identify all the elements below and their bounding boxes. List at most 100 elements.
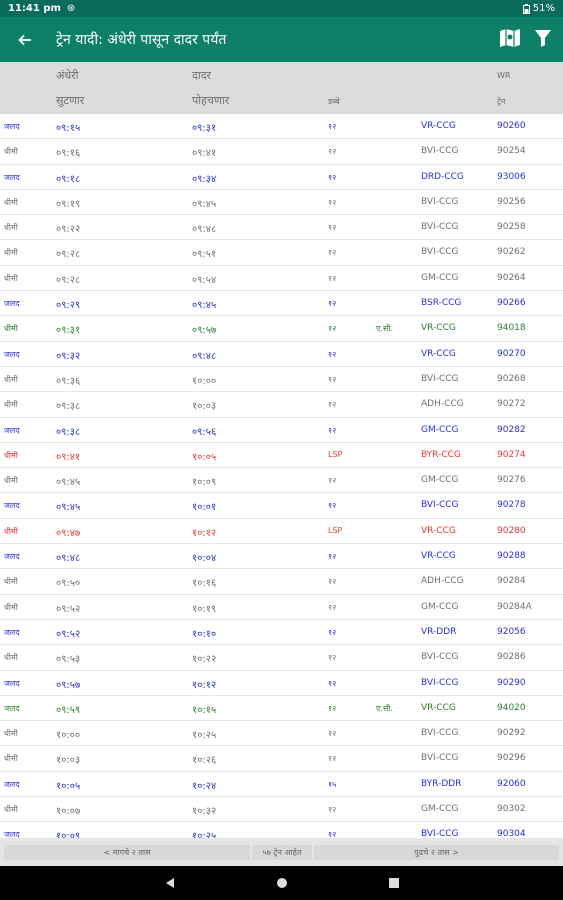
departure-time: ०९:४५ xyxy=(56,477,81,489)
table-row[interactable]: धीमी १०:०३ १०:२६ १२ BVI-CCG 90296 xyxy=(0,746,563,772)
train-type: धीमी xyxy=(4,577,18,587)
map-icon[interactable] xyxy=(499,28,521,52)
table-row[interactable]: जलद ०९:३८ ०९:५६ १२ GM-CCG 90282 xyxy=(0,418,563,443)
route-code: BVI-CCG xyxy=(421,728,459,739)
train-number: 90266 xyxy=(497,298,526,309)
table-row[interactable]: जलद ०९:१८ ०९:३४ १२ DRD-CCG 93006 xyxy=(0,165,563,190)
train-type: जलद xyxy=(4,172,20,182)
route-code: BVI-CCG xyxy=(421,677,459,688)
table-row[interactable]: धीमी ०९:३६ १०:०० १२ BVI-CCG 90268 xyxy=(0,367,563,393)
table-row[interactable]: जलद १०:०५ १०:२४ १५ BYR-DDR 92060 xyxy=(0,772,563,798)
table-row[interactable]: जलद ०९:४८ १०:०४ १२ VR-CCG 90288 xyxy=(0,544,563,570)
train-type: जलद xyxy=(4,703,20,713)
arrival-time: १०:१५ xyxy=(192,704,217,716)
train-type: धीमी xyxy=(4,754,18,764)
route-code: VR-CCG xyxy=(421,551,456,562)
train-number: 93006 xyxy=(497,171,526,182)
table-row[interactable]: जलद ०९:५२ १०:१० १२ VR-DDR 92056 xyxy=(0,620,563,646)
table-row[interactable]: धीमी ०९:२२ ०९:४८ १२ BVI-CCG 90258 xyxy=(0,215,563,241)
arrival-time: ०९:४१ xyxy=(192,148,217,160)
car-count: १२ xyxy=(328,425,337,435)
arrival-time: ०९:५७ xyxy=(192,325,217,337)
train-type: जलद xyxy=(4,299,20,309)
car-count: १२ xyxy=(328,400,337,410)
table-row[interactable]: धीमी ०९:१६ ०९:४१ १२ BVI-CCG 90254 xyxy=(0,139,563,165)
departure-time: ०९:३१ xyxy=(56,325,81,337)
status-bar: 11:41 pm ⊛ 51% xyxy=(0,0,563,17)
table-row[interactable]: धीमी ०९:४१ १०:०५ LSP BYR-CCG 90274 xyxy=(0,443,563,469)
table-row[interactable]: जलद ०९:३२ ०९:४८ १२ VR-CCG 90270 xyxy=(0,342,563,367)
car-count: १२ xyxy=(328,197,337,207)
train-type: जलद xyxy=(4,552,20,562)
train-type: धीमी xyxy=(4,450,18,460)
train-type: जलद xyxy=(4,349,20,359)
filter-icon[interactable] xyxy=(535,29,551,51)
train-number: 92056 xyxy=(497,626,526,637)
table-row[interactable]: जलद ०९:५९ १०:१५ १२ ए.सी. VR-CCG 94020 xyxy=(0,696,563,722)
arrives-label: पोहचणार xyxy=(192,94,230,107)
train-type: जलद xyxy=(4,501,20,511)
route-code: VR-CCG xyxy=(421,121,456,131)
route-code: BYR-CCG xyxy=(421,449,461,460)
train-type: धीमी xyxy=(4,602,18,612)
table-row[interactable]: जलद ०९:१५ ०९:३१ १२ VR-CCG 90260 xyxy=(0,114,563,140)
status-time: 11:41 pm xyxy=(8,3,61,14)
route-code: VR-CCG xyxy=(421,702,456,713)
footer-bar: < मागचे २ तास ५७ ट्रेन आहेत पुढचे २ तास … xyxy=(0,838,563,866)
route-code: DRD-CCG xyxy=(421,171,464,182)
car-count: १२ xyxy=(328,678,337,688)
train-number: 90256 xyxy=(497,196,526,207)
app-bar-actions xyxy=(499,28,551,52)
table-row[interactable]: धीमी ०९:२८ ०९:५१ १२ BVI-CCG 90262 xyxy=(0,240,563,266)
departure-time: ०९:५३ xyxy=(56,654,81,666)
car-count: १२ xyxy=(328,805,337,815)
table-row[interactable]: जलद ०९:५७ १०:१२ १२ BVI-CCG 90290 xyxy=(0,671,563,696)
table-row[interactable]: धीमी १०:०० १०:२५ १२ BVI-CCG 90292 xyxy=(0,721,563,747)
arrival-time: १०:१९ xyxy=(192,603,217,615)
app-bar: ट्रेन यादी: अंधेरी पासून दादर पर्यंत xyxy=(0,17,563,62)
next-hours-button[interactable]: पुढचे २ तास > xyxy=(314,845,559,860)
table-row[interactable]: धीमी ०९:५२ १०:१९ १२ GM-CCG 90284A xyxy=(0,595,563,620)
route-code: BVI-CCG xyxy=(421,196,459,207)
table-row[interactable]: धीमी १०:०७ १०:३२ १२ GM-CCG 90302 xyxy=(0,797,563,823)
table-row[interactable]: जलद १०:०९ १०:२५ १२ BVI-CCG 90304 xyxy=(0,822,563,838)
table-row[interactable]: जलद ०९:४५ १०:०१ १२ BVI-CCG 90278 xyxy=(0,493,563,519)
table-row[interactable]: धीमी ०९:५३ १०:२२ १२ BVI-CCG 90286 xyxy=(0,645,563,671)
table-row[interactable]: धीमी ०९:३८ १०:०३ १२ ADH-CCG 90272 xyxy=(0,392,563,418)
train-number: 90254 xyxy=(497,146,526,157)
train-number: 90284 xyxy=(497,576,526,587)
route-code: BVI-CCG xyxy=(421,146,459,157)
arrival-time: १०:३२ xyxy=(192,806,217,818)
train-number: 90304 xyxy=(497,829,526,838)
departs-label: सुटणार xyxy=(56,94,85,107)
arrival-time: ०९:५४ xyxy=(192,274,217,286)
nav-back-icon[interactable] xyxy=(164,877,176,889)
prev-hours-button[interactable]: < मागचे २ तास xyxy=(4,845,250,860)
nav-recents-icon[interactable] xyxy=(388,877,400,889)
train-number: 90288 xyxy=(497,551,526,562)
back-arrow-icon[interactable] xyxy=(14,29,36,51)
table-row[interactable]: धीमी ०९:४५ १०:०९ १२ GM-CCG 90276 xyxy=(0,468,563,494)
table-row[interactable]: धीमी ०९:५० १०:१६ १२ ADH-CCG 90284 xyxy=(0,569,563,595)
table-row[interactable]: धीमी ०९:३१ ०९:५७ १२ ए.सी. VR-CCG 94018 xyxy=(0,316,563,342)
train-number: 90278 xyxy=(497,500,526,511)
table-row[interactable]: जलद ०९:२९ ०९:४५ १२ BSR-CCG 90266 xyxy=(0,291,563,317)
train-type: धीमी xyxy=(4,400,18,410)
cars-label: डब्बे xyxy=(328,97,340,106)
train-list[interactable]: जलद ०९:१५ ०९:३१ १२ VR-CCG 90260 धीमी ०९:१६ ०९:४१… xyxy=(0,114,563,838)
car-count: १२ xyxy=(328,172,337,182)
nav-home-icon[interactable] xyxy=(276,877,288,889)
departure-time: १०:०७ xyxy=(56,806,81,818)
system-nav-bar xyxy=(0,866,563,900)
route-code: ADH-CCG xyxy=(421,399,464,410)
table-row[interactable]: धीमी ०९:४७ १०:१२ LSP VR-CCG 90280 xyxy=(0,519,563,545)
route-code: BVI-CCG xyxy=(421,652,459,663)
table-row[interactable]: धीमी ०९:१९ ०९:४५ १२ BVI-CCG 90256 xyxy=(0,190,563,216)
train-type: धीमी xyxy=(4,248,18,258)
train-number: 94018 xyxy=(497,323,526,334)
route-code: GM-CCG xyxy=(421,424,459,435)
car-count: १२ xyxy=(328,476,337,486)
table-row[interactable]: धीमी ०९:२८ ०९:५४ १२ GM-CCG 90264 xyxy=(0,266,563,292)
column-header: अंधेरी दादर WR सुटणार पोहचणार डब्बे ट्रे… xyxy=(0,62,563,114)
departure-time: १०:०० xyxy=(56,730,81,742)
